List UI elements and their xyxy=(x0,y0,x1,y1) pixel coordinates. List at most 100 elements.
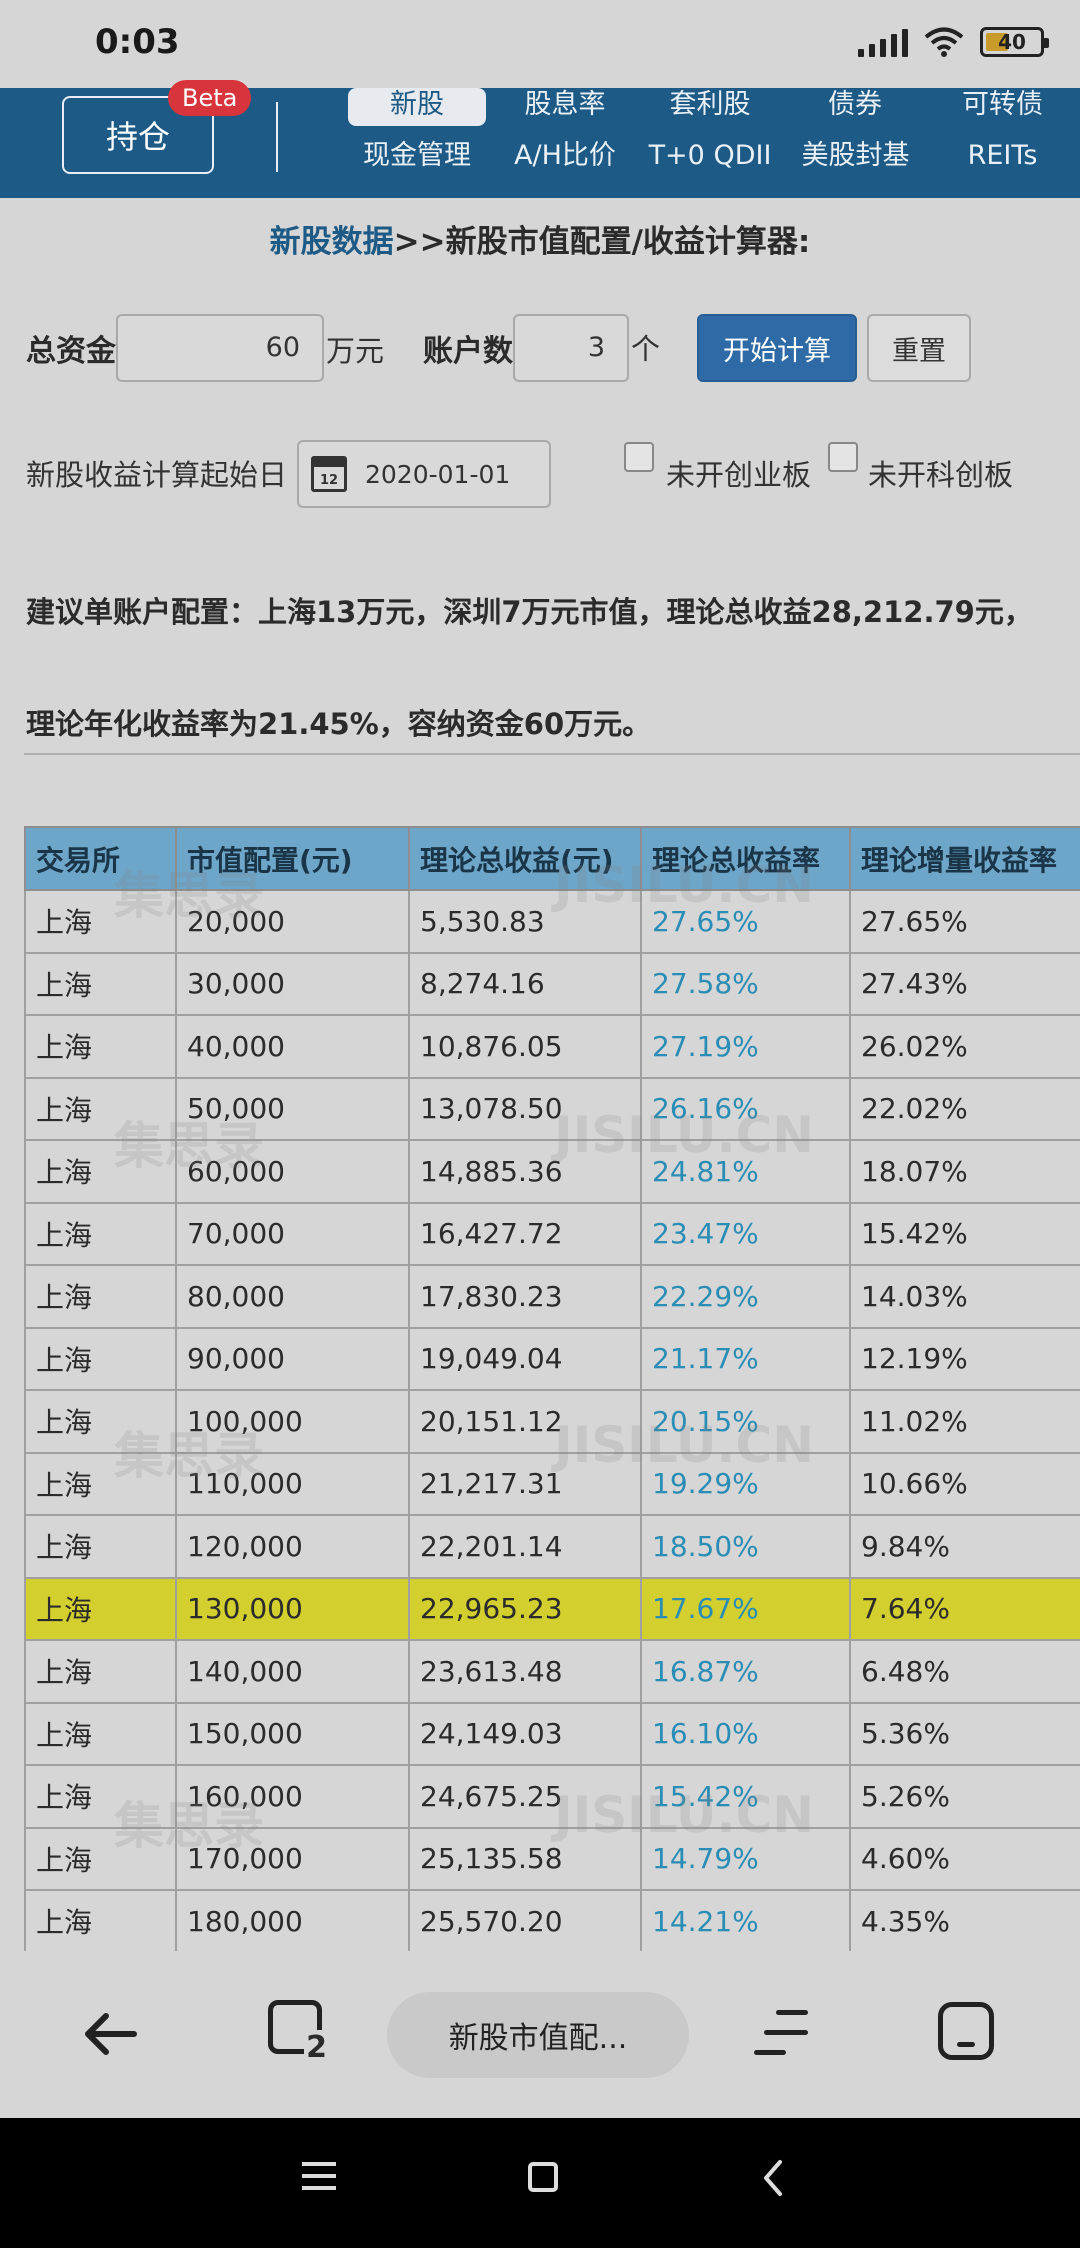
table-row: 上海 160,000 24,675.25 15.42% 5.26% xyxy=(24,1764,1080,1829)
cell-total-return: 22,201.14 xyxy=(408,1514,642,1579)
calendar-icon: 12 xyxy=(311,456,347,492)
table-row: 上海 50,000 13,078.50 26.16% 22.02% xyxy=(24,1076,1080,1141)
cell-market-value: 60,000 xyxy=(175,1139,410,1204)
nav-tab-ah-compare[interactable]: A/H比价 xyxy=(500,138,630,174)
cell-incremental-rate: 6.48% xyxy=(849,1639,1080,1704)
back-arrow-icon[interactable] xyxy=(80,2004,140,2064)
cell-exchange: 上海 xyxy=(24,951,177,1016)
cell-incremental-rate: 12.19% xyxy=(849,1326,1080,1391)
page-title-text: >>新股市值配置/收益计算器: xyxy=(393,224,811,260)
home-icon[interactable] xyxy=(938,2002,994,2060)
cell-return-rate: 22.29% xyxy=(640,1264,851,1329)
address-bar[interactable]: 新股市值配... xyxy=(387,1992,689,2078)
cell-market-value: 140,000 xyxy=(175,1639,410,1704)
table-row: 上海 90,000 19,049.04 21.17% 12.19% xyxy=(24,1326,1080,1391)
start-date-value: 2020-01-01 xyxy=(365,459,511,489)
cell-total-return: 21,217.31 xyxy=(408,1451,642,1516)
cell-exchange: 上海 xyxy=(24,1139,177,1204)
cell-return-rate: 17.67% xyxy=(640,1576,851,1641)
status-time: 0:03 xyxy=(95,22,180,62)
cell-incremental-rate: 27.65% xyxy=(849,889,1080,954)
star-market-checkbox[interactable] xyxy=(828,442,858,472)
accounts-label: 账户数 xyxy=(423,334,513,369)
nav-tab-bonds[interactable]: 债券 xyxy=(795,88,915,122)
accounts-unit: 个 xyxy=(631,332,661,366)
cell-incremental-rate: 9.84% xyxy=(849,1514,1080,1579)
cell-incremental-rate: 4.60% xyxy=(849,1826,1080,1891)
nav-tab-new-stocks[interactable]: 新股 xyxy=(348,88,486,126)
cell-incremental-rate: 5.26% xyxy=(849,1764,1080,1829)
cell-total-return: 8,274.16 xyxy=(408,951,642,1016)
capital-unit: 万元 xyxy=(326,334,385,368)
cell-total-return: 16,427.72 xyxy=(408,1201,642,1266)
tabs-button[interactable]: 2 xyxy=(268,2000,329,2065)
table-row: 上海 140,000 23,613.48 16.87% 6.48% xyxy=(24,1639,1080,1704)
chinext-checkbox[interactable] xyxy=(624,442,654,472)
cell-return-rate: 24.81% xyxy=(640,1139,851,1204)
cell-total-return: 24,675.25 xyxy=(408,1764,642,1829)
cell-total-return: 25,135.58 xyxy=(408,1826,642,1891)
menu-icon[interactable] xyxy=(754,2008,808,2058)
nav-tab-dividend-yield[interactable]: 股息率 xyxy=(505,88,625,122)
cell-total-return: 24,149.03 xyxy=(408,1701,642,1766)
nav-tab-reits[interactable]: REITs xyxy=(950,138,1055,174)
page-title: 新股数据>>新股市值配置/收益计算器: xyxy=(0,216,1080,261)
cell-market-value: 100,000 xyxy=(175,1389,410,1454)
cell-total-return: 17,830.23 xyxy=(408,1264,642,1329)
cell-exchange: 上海 xyxy=(24,1014,177,1079)
capital-label: 总资金 xyxy=(26,334,116,369)
allocation-table-container[interactable]: 交易所 市值配置(元) 理论总收益(元) 理论总收益率 理论增量收益率 上海 20… xyxy=(24,826,1080,1951)
browser-toolbar: 2 新股市值配... xyxy=(0,1952,1080,2118)
cell-exchange: 上海 xyxy=(24,1326,177,1391)
cell-return-rate: 21.17% xyxy=(640,1326,851,1391)
cell-incremental-rate: 15.42% xyxy=(849,1201,1080,1266)
nav-tab-us-closed-funds[interactable]: 美股封基 xyxy=(788,138,923,174)
cell-incremental-rate: 27.43% xyxy=(849,951,1080,1016)
cell-incremental-rate: 18.07% xyxy=(849,1139,1080,1204)
nav-tab-qdii[interactable]: T+0 QDII xyxy=(648,138,772,174)
status-bar: 0:03 40 xyxy=(0,0,1080,88)
cell-exchange: 上海 xyxy=(24,1701,177,1766)
cell-return-rate: 20.15% xyxy=(640,1389,851,1454)
nav-tab-arbitrage[interactable]: 套利股 xyxy=(650,88,770,122)
start-calculation-button[interactable]: 开始计算 xyxy=(697,314,857,382)
col-header-total-return: 理论总收益(元) xyxy=(408,826,642,891)
system-back-icon[interactable] xyxy=(758,2158,788,2198)
cell-market-value: 170,000 xyxy=(175,1826,410,1891)
cell-total-return: 19,049.04 xyxy=(408,1326,642,1391)
cell-exchange: 上海 xyxy=(24,1076,177,1141)
cell-exchange: 上海 xyxy=(24,1264,177,1329)
col-header-return-rate: 理论总收益率 xyxy=(640,826,851,891)
star-market-label: 未开科创板 xyxy=(868,458,1014,492)
cell-return-rate: 19.29% xyxy=(640,1451,851,1516)
cell-exchange: 上海 xyxy=(24,1826,177,1891)
allocation-table: 交易所 市值配置(元) 理论总收益(元) 理论总收益率 理论增量收益率 上海 20… xyxy=(24,826,1080,1951)
cell-exchange: 上海 xyxy=(24,1514,177,1579)
system-home-icon[interactable] xyxy=(528,2162,558,2192)
table-row: 上海 100,000 20,151.12 20.15% 11.02% xyxy=(24,1389,1080,1454)
table-row: 上海 80,000 17,830.23 22.29% 14.03% xyxy=(24,1264,1080,1329)
capital-input[interactable]: 60 xyxy=(116,314,324,382)
calendar-day: 12 xyxy=(319,473,339,488)
divider xyxy=(24,753,1080,755)
col-header-exchange: 交易所 xyxy=(24,826,177,891)
cell-return-rate: 27.58% xyxy=(640,951,851,1016)
cell-market-value: 130,000 xyxy=(175,1576,410,1641)
cell-return-rate: 14.21% xyxy=(640,1889,851,1951)
cell-market-value: 80,000 xyxy=(175,1264,410,1329)
accounts-input[interactable]: 3 xyxy=(513,314,629,382)
nav-tab-cash-management[interactable]: 现金管理 xyxy=(352,138,482,174)
cell-market-value: 40,000 xyxy=(175,1014,410,1079)
start-date-input[interactable]: 12 2020-01-01 xyxy=(297,440,551,508)
signal-icon xyxy=(858,27,908,57)
cell-market-value: 70,000 xyxy=(175,1201,410,1266)
cell-exchange: 上海 xyxy=(24,1451,177,1516)
table-row: 上海 120,000 22,201.14 18.50% 9.84% xyxy=(24,1514,1080,1579)
cell-total-return: 13,078.50 xyxy=(408,1076,642,1141)
nav-tab-convertible-bonds[interactable]: 可转债 xyxy=(940,88,1065,122)
system-navigation-bar xyxy=(0,2118,1080,2248)
new-stock-data-link[interactable]: 新股数据 xyxy=(270,224,394,260)
reset-button[interactable]: 重置 xyxy=(867,314,971,382)
screen: 0:03 40 持仓 Beta 新股 股息率 套利股 债券 可转债 现金管理 A… xyxy=(0,0,1080,2248)
recent-apps-icon[interactable] xyxy=(302,2162,338,2194)
